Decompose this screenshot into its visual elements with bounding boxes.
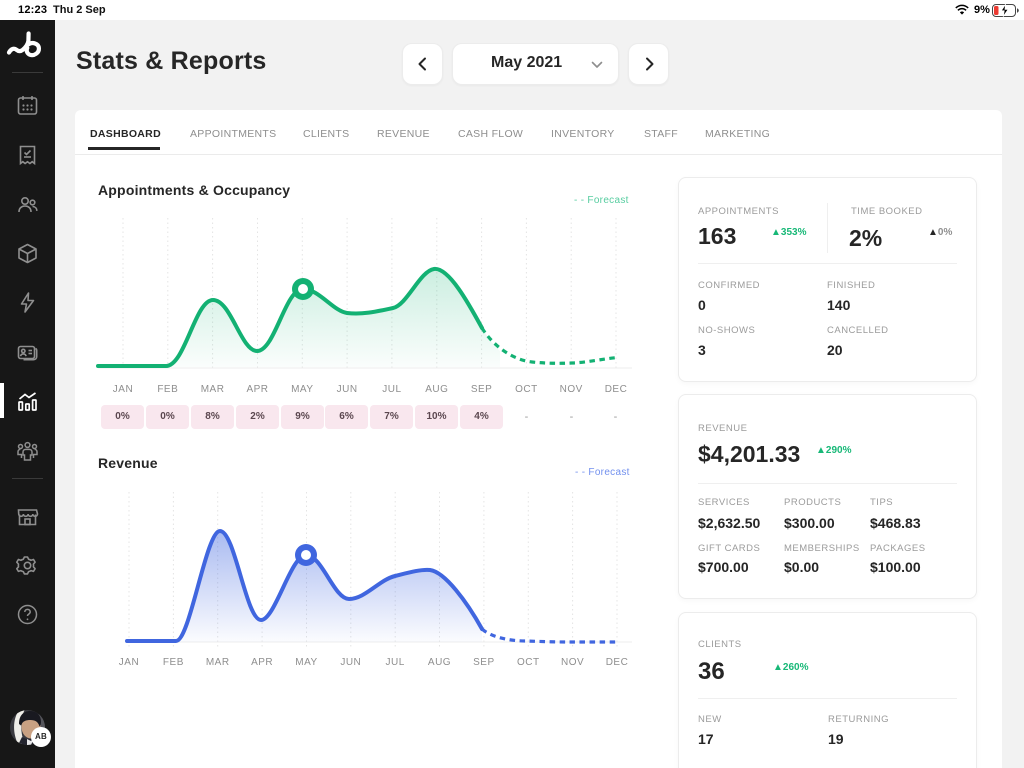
svg-text:JUL: JUL (382, 384, 401, 395)
svg-text:APR: APR (251, 657, 273, 668)
svg-text:JUL: JUL (386, 657, 405, 668)
svg-text:MAR: MAR (201, 384, 225, 395)
svg-text:DEC: DEC (605, 384, 628, 395)
svg-text:DEC: DEC (606, 657, 629, 668)
svg-text:FEB: FEB (157, 384, 178, 395)
svg-text:NOV: NOV (560, 384, 583, 395)
svg-text:OCT: OCT (517, 657, 540, 668)
svg-text:JAN: JAN (113, 384, 133, 395)
svg-text:SEP: SEP (473, 657, 495, 668)
svg-text:AUG: AUG (428, 657, 451, 668)
svg-text:SEP: SEP (471, 384, 493, 395)
svg-text:FEB: FEB (163, 657, 184, 668)
svg-text:JUN: JUN (337, 384, 358, 395)
svg-text:MAR: MAR (206, 657, 230, 668)
svg-text:AUG: AUG (425, 384, 448, 395)
svg-text:MAY: MAY (291, 384, 313, 395)
svg-text:APR: APR (246, 384, 268, 395)
svg-text:MAY: MAY (295, 657, 317, 668)
svg-text:JUN: JUN (340, 657, 361, 668)
svg-text:NOV: NOV (561, 657, 584, 668)
svg-text:OCT: OCT (515, 384, 538, 395)
svg-text:JAN: JAN (119, 657, 139, 668)
